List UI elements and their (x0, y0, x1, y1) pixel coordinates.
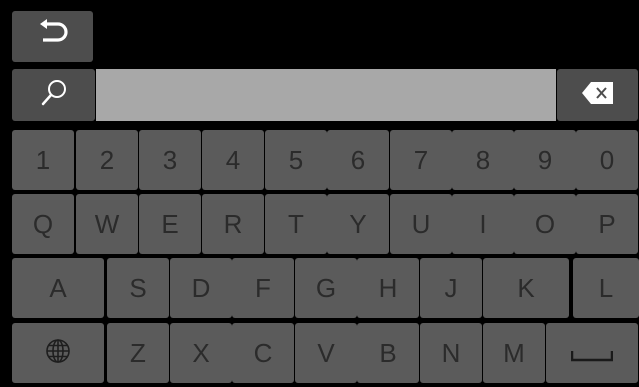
key-c[interactable]: C (232, 323, 294, 383)
key-t[interactable]: T (265, 194, 327, 254)
backspace-icon (581, 81, 614, 109)
search-button[interactable] (12, 69, 95, 121)
key-f[interactable]: F (232, 258, 294, 318)
key-2[interactable]: 2 (76, 130, 138, 190)
key-z[interactable]: Z (107, 323, 169, 383)
key-l[interactable]: L (573, 258, 639, 318)
globe-icon (45, 338, 71, 368)
key-e[interactable]: E (139, 194, 201, 254)
key-8[interactable]: 8 (452, 130, 514, 190)
key-r[interactable]: R (202, 194, 264, 254)
undo-arrow-icon (36, 19, 70, 54)
key-v[interactable]: V (295, 323, 357, 383)
key-p[interactable]: P (576, 194, 638, 254)
key-3[interactable]: 3 (139, 130, 201, 190)
key-s[interactable]: S (107, 258, 169, 318)
key-h[interactable]: H (357, 258, 419, 318)
key-4[interactable]: 4 (202, 130, 264, 190)
key-a[interactable]: A (12, 258, 104, 318)
key-d[interactable]: D (170, 258, 232, 318)
key-i[interactable]: I (452, 194, 514, 254)
key-b[interactable]: B (357, 323, 419, 383)
key-5[interactable]: 5 (265, 130, 327, 190)
key-6[interactable]: 6 (327, 130, 389, 190)
key-k[interactable]: K (483, 258, 569, 318)
key-w[interactable]: W (76, 194, 138, 254)
key-o[interactable]: O (514, 194, 576, 254)
search-icon (39, 78, 69, 113)
key-y[interactable]: Y (327, 194, 389, 254)
key-m[interactable]: M (483, 323, 545, 383)
space-bar-icon (570, 340, 614, 366)
key-0[interactable]: 0 (576, 130, 638, 190)
backspace-button[interactable] (557, 69, 638, 121)
space-key[interactable] (546, 323, 638, 383)
key-x[interactable]: X (170, 323, 232, 383)
search-input[interactable] (96, 69, 556, 121)
language-key[interactable] (12, 323, 104, 383)
key-g[interactable]: G (295, 258, 357, 318)
key-9[interactable]: 9 (514, 130, 576, 190)
key-1[interactable]: 1 (12, 130, 74, 190)
key-u[interactable]: U (390, 194, 452, 254)
back-button[interactable] (12, 11, 93, 62)
key-n[interactable]: N (420, 323, 482, 383)
key-7[interactable]: 7 (390, 130, 452, 190)
key-q[interactable]: Q (12, 194, 74, 254)
key-j[interactable]: J (420, 258, 482, 318)
